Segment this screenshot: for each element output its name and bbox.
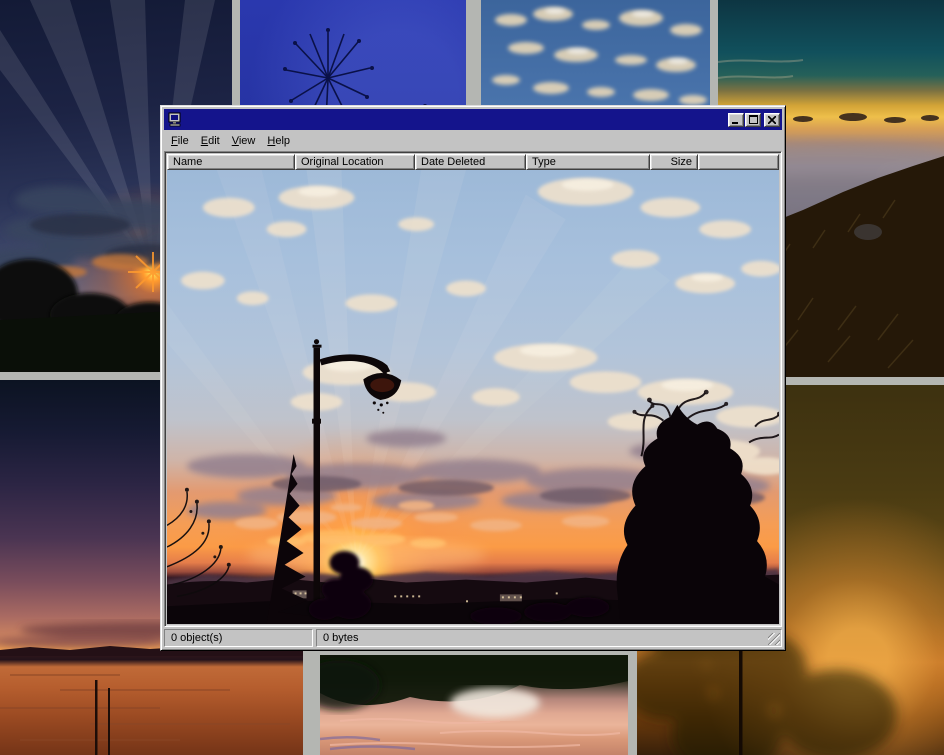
column-header-stub[interactable] [698, 154, 779, 170]
menu-edit[interactable]: Edit [195, 133, 226, 149]
status-size: 0 bytes [316, 629, 782, 647]
column-header-size[interactable]: Size [650, 154, 698, 170]
minimize-button[interactable] [728, 113, 744, 127]
status-object-count: 0 object(s) [164, 629, 313, 647]
maximize-button[interactable] [745, 113, 761, 127]
title-bar[interactable] [164, 109, 782, 130]
resize-grip[interactable] [768, 633, 780, 645]
column-header-original-location[interactable]: Original Location [295, 154, 415, 170]
status-size-text: 0 bytes [323, 632, 358, 644]
column-header-name[interactable]: Name [167, 154, 295, 170]
wallpaper-photo-water-reflection [320, 655, 628, 755]
recycle-bin-window: File Edit View Help Name Original Locati… [160, 105, 786, 651]
menu-bar: File Edit View Help [164, 130, 782, 151]
list-view-sunset-photo[interactable] [167, 170, 779, 624]
menu-file[interactable]: File [165, 133, 195, 149]
column-header-date-deleted[interactable]: Date Deleted [415, 154, 526, 170]
menu-view[interactable]: View [226, 133, 262, 149]
column-header-type[interactable]: Type [526, 154, 650, 170]
computer-icon [167, 112, 183, 127]
status-bar: 0 object(s) 0 bytes [164, 629, 782, 647]
close-button[interactable] [764, 113, 780, 127]
list-view-frame: Name Original Location Date Deleted Type… [164, 151, 782, 627]
menu-help[interactable]: Help [261, 133, 296, 149]
column-header-row: Name Original Location Date Deleted Type… [167, 154, 779, 170]
